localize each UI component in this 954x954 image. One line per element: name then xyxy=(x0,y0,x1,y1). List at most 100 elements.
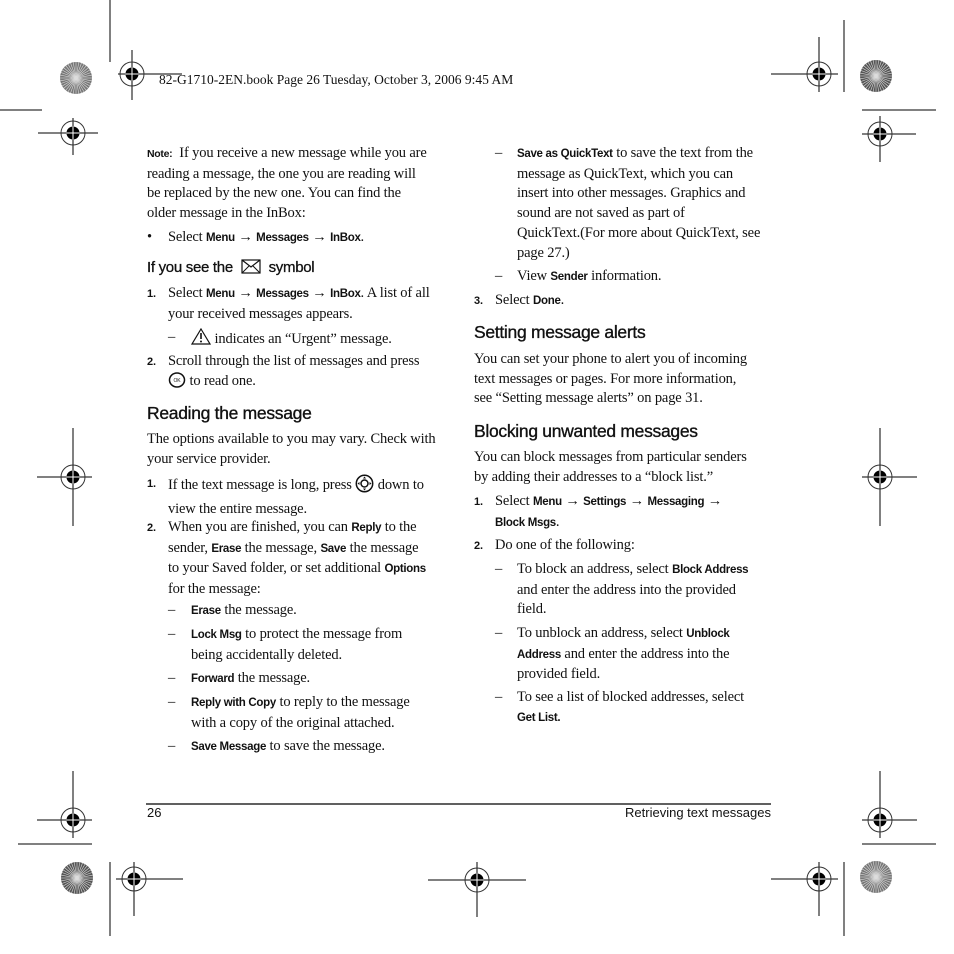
registration-mark xyxy=(862,771,917,838)
text: to the xyxy=(384,519,417,535)
text: text messages or pages. For more informa… xyxy=(474,370,737,387)
text: to reply to the message xyxy=(279,694,410,710)
text: → xyxy=(629,493,645,509)
blocking-step-2: 2. Do one of the following: xyxy=(474,536,774,557)
text: Reply with Copy xyxy=(191,697,276,709)
text: If you receive a new message while you a… xyxy=(179,145,427,161)
text: 2. xyxy=(147,522,156,534)
text: If the text message is long, press xyxy=(168,477,352,493)
option-forward: – Forward the message. xyxy=(168,669,458,693)
text: The options available to you may vary. C… xyxy=(147,431,436,447)
warning-icon xyxy=(190,327,212,352)
text: → xyxy=(238,285,253,301)
text: Select xyxy=(495,493,530,509)
navigation-key-icon xyxy=(355,474,374,500)
text: . xyxy=(555,513,560,530)
option-lock-msg: – Lock Msg to protect the message from be… xyxy=(168,625,458,669)
ok-key-icon: OK xyxy=(168,371,186,395)
text: Messaging xyxy=(647,496,705,508)
text: to save the text from the xyxy=(616,145,753,161)
text: Options xyxy=(384,563,427,576)
text: and enter the address into the provided xyxy=(517,581,736,598)
page-number: 26 xyxy=(147,805,162,820)
text: the message. xyxy=(237,670,311,686)
text: and enter the address into the xyxy=(564,645,730,662)
text: being accidentally deleted. xyxy=(191,646,342,663)
text: – xyxy=(168,602,176,618)
registration-mark xyxy=(862,116,916,162)
text: Sender xyxy=(550,271,588,283)
text: Erase xyxy=(211,542,242,555)
text: Select xyxy=(168,229,203,245)
registration-mark xyxy=(771,862,838,916)
text: – xyxy=(495,145,503,161)
registration-mark xyxy=(771,37,838,92)
text: – xyxy=(168,329,176,345)
text: You can block messages from particular s… xyxy=(474,449,747,465)
section-title: Retrieving text messages xyxy=(625,805,771,820)
text: To see a list of blocked addresses, sele… xyxy=(517,689,745,705)
text: down to xyxy=(377,477,424,493)
svg-text:OK: OK xyxy=(174,378,182,384)
option-get-list: – To see a list of blocked addresses, se… xyxy=(495,688,785,732)
text: – xyxy=(495,625,503,641)
text: sound are not saved as part of xyxy=(517,205,685,222)
reading-intro: The options available to you may vary. C… xyxy=(147,430,447,469)
text: reading a message, the one you are readi… xyxy=(147,165,416,182)
text: Scroll through the list of messages and … xyxy=(168,353,420,369)
text: Get List. xyxy=(517,711,561,724)
option-erase: – Erase the message. xyxy=(168,601,458,625)
text: When you are finished, you can xyxy=(168,519,348,535)
urgent-note: – indicates an “Urgent” message. xyxy=(168,327,448,348)
text: View xyxy=(517,268,547,284)
text: Address xyxy=(517,648,561,661)
text: InBox xyxy=(330,288,361,300)
text: – xyxy=(168,670,176,686)
text: older message in the InBox: xyxy=(147,205,306,222)
envelope-section-heading: If you see the symbol xyxy=(147,259,315,278)
registration-mark xyxy=(428,862,526,917)
note-block: Note: If you receive a new message while… xyxy=(147,144,447,224)
text: 2. xyxy=(474,540,483,552)
text: Select xyxy=(168,285,203,301)
text: QuickText.(For more about QuickText, see xyxy=(517,224,761,241)
text: the message, xyxy=(244,539,317,556)
reading-step-2: 2. When you are finished, you can Reply … xyxy=(147,518,447,597)
print-header: 82-G1710-2EN.book Page 26 Tuesday, Octob… xyxy=(159,72,514,87)
text: be replaced by the new one. You can find… xyxy=(147,185,401,202)
option-reply-with-copy: – Reply with Copy to reply to the messag… xyxy=(168,693,458,737)
text: • xyxy=(147,229,152,245)
text: → xyxy=(312,229,327,245)
text: Save as QuickText xyxy=(517,148,613,160)
text: Save xyxy=(320,542,347,555)
text: to read one. xyxy=(189,372,256,389)
text: Erase xyxy=(191,605,221,617)
text: 3. xyxy=(474,295,483,307)
text: your received messages appears. xyxy=(168,305,353,322)
text: – xyxy=(168,694,176,710)
text: – xyxy=(495,689,503,705)
text: by adding their addresses to a “block li… xyxy=(474,468,714,485)
text: Messages xyxy=(256,288,309,300)
blocking-intro: You can block messages from particular s… xyxy=(474,448,774,487)
text: insert into other messages. Graphics and xyxy=(517,185,746,202)
text: Forward xyxy=(191,673,235,685)
text: → xyxy=(707,493,723,509)
bullet-item: • Select Menu → Messages → InBox. xyxy=(147,228,447,248)
text: the message. xyxy=(224,602,297,618)
text: message as QuickText, which you can xyxy=(517,165,734,182)
envelope-step-1: 1. Select Menu → Messages → InBox. A lis… xyxy=(147,284,447,322)
text: – xyxy=(168,626,176,642)
reading-step-3: 3. Select Done. xyxy=(474,291,774,312)
text: information. xyxy=(591,268,662,284)
text: Reply xyxy=(351,522,382,534)
text: the message xyxy=(349,539,419,556)
text: If you see the xyxy=(147,259,233,276)
block-options-list: – To block an address, select Block Addr… xyxy=(495,560,785,732)
reading-section-heading: Reading the message xyxy=(147,403,312,423)
reading-step-1: 1. If the text message is long, press do… xyxy=(147,474,447,517)
text: Done xyxy=(533,295,561,307)
registration-mark xyxy=(37,428,92,526)
message-options-list: – Erase the message. – Lock Msg to prote… xyxy=(168,601,458,761)
text: InBox xyxy=(330,232,361,244)
